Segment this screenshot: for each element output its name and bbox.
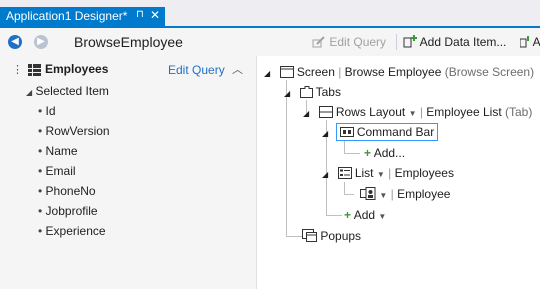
tree-node-screen[interactable]: ◢ Screen | Browse Employee (Browse Scree… — [264, 65, 534, 79]
dropdown-arrow-icon[interactable]: ▼ — [378, 212, 386, 221]
screen-name: Browse Employee — [344, 65, 442, 79]
field-item[interactable]: • RowVersion — [38, 124, 110, 144]
edit-query-toolbar-button[interactable]: Edit Query — [312, 35, 386, 49]
toolbar-separator — [396, 34, 397, 50]
field-label: Experience — [45, 224, 106, 238]
drag-handle-icon[interactable]: ⋮ — [12, 63, 23, 76]
field-label: Name — [45, 144, 78, 158]
tree-node-command-bar[interactable]: ◢ Command Bar — [322, 123, 439, 141]
command-bar-selected[interactable]: Command Bar — [335, 123, 439, 141]
popups-icon — [302, 229, 317, 242]
collapse-triangle-icon[interactable]: ◢ — [264, 69, 270, 78]
pin-icon[interactable]: ⊓ — [136, 9, 144, 20]
field-item[interactable]: • Experience — [38, 224, 106, 244]
field-item[interactable]: • Name — [38, 144, 78, 164]
list-label: List — [354, 166, 374, 180]
employee-label: Employee — [397, 187, 451, 201]
tree-connector — [344, 153, 360, 154]
view-model-header[interactable]: ⋮ Employees Edit Query ︿ — [0, 58, 256, 82]
command-bar-icon — [339, 127, 354, 137]
field-label: Id — [45, 104, 56, 118]
rows-layout-icon — [318, 106, 333, 118]
selected-item-node[interactable]: ◢ Selected Item — [26, 84, 109, 104]
tabs-icon — [299, 86, 313, 98]
designer-tab[interactable]: Application1 Designer* ⊓ ✕ — [0, 7, 165, 26]
add-button-command[interactable]: + Add... — [364, 146, 405, 160]
edit-query-toolbar-label: Edit Query — [329, 35, 387, 49]
dropdown-arrow-icon[interactable]: ▼ — [409, 109, 417, 118]
dropdown-arrow-icon[interactable]: ▼ — [377, 170, 385, 179]
back-arrow-icon[interactable]: ◀ — [8, 35, 22, 49]
screen-label: Screen — [296, 65, 335, 79]
screen-type: (Browse Screen) — [444, 65, 535, 79]
screen-icon — [279, 66, 294, 78]
forward-arrow-icon[interactable]: ▶ — [34, 35, 48, 49]
list-icon — [337, 167, 352, 179]
collapse-triangle-icon[interactable]: ◢ — [303, 109, 309, 118]
designer-toolbar: ◀ ▶ BrowseEmployee Edit Query Add Data I… — [0, 28, 540, 56]
add-ellipsis-label: Add... — [373, 146, 406, 160]
toolbar-overflow-button[interactable]: A — [519, 35, 540, 49]
command-bar-label: Command Bar — [356, 125, 435, 139]
tree-node-popups[interactable]: Popups — [302, 229, 361, 243]
collapse-triangle-icon[interactable]: ◢ — [322, 129, 328, 138]
add-button-rows[interactable]: + Add ▼ — [344, 208, 386, 222]
tab-type-label: (Tab) — [505, 105, 533, 119]
field-item[interactable]: • Jobprofile — [38, 204, 98, 224]
field-label: Email — [45, 164, 76, 178]
popups-label: Popups — [320, 229, 362, 243]
selected-item-label: Selected Item — [35, 84, 109, 98]
edit-query-icon — [312, 36, 325, 48]
edit-query-link[interactable]: Edit Query — [168, 63, 225, 77]
field-item[interactable]: • Email — [38, 164, 76, 184]
chevron-up-icon[interactable]: ︿ — [232, 61, 243, 77]
tree-connector — [326, 215, 342, 216]
collection-title: Employees — [45, 62, 109, 76]
tree-node-rows-layout[interactable]: ◢ Rows Layout ▼ | Employee List (Tab) — [303, 105, 532, 119]
tree-connector — [344, 182, 345, 194]
collapse-triangle-icon[interactable]: ◢ — [26, 88, 32, 97]
close-icon[interactable]: ✕ — [150, 8, 160, 22]
toolbar-overflow-label: A — [532, 35, 540, 49]
collection-icon — [28, 64, 41, 76]
field-label: RowVersion — [45, 124, 110, 138]
list-source-label: Employees — [394, 166, 454, 180]
add-layout-item-icon — [519, 36, 529, 48]
add-label: Add — [353, 208, 376, 222]
add-data-item-icon — [403, 35, 417, 48]
tree-connector — [286, 80, 287, 237]
plus-icon: + — [364, 146, 372, 160]
collapse-triangle-icon[interactable]: ◢ — [284, 89, 290, 98]
dropdown-arrow-icon[interactable]: ▼ — [379, 191, 387, 200]
tree-connector — [344, 194, 354, 195]
tree-connector — [344, 141, 345, 153]
tree-node-list[interactable]: ◢ List ▼ | Employees — [322, 166, 454, 180]
field-label: PhoneNo — [45, 184, 96, 198]
designer-tab-title: Application1 Designer* — [6, 9, 128, 23]
tree-connector — [286, 236, 302, 237]
employee-list-label: Employee List — [426, 105, 502, 119]
tree-node-tabs[interactable]: ◢ Tabs — [284, 85, 341, 99]
collapse-triangle-icon[interactable]: ◢ — [322, 170, 328, 179]
field-item[interactable]: • Id — [38, 104, 56, 124]
panel-splitter[interactable] — [256, 56, 257, 289]
screen-name-label: BrowseEmployee — [74, 34, 183, 50]
rows-layout-label: Rows Layout — [335, 105, 406, 119]
tree-node-employee[interactable]: ▼ | Employee — [360, 187, 450, 201]
field-label: Jobprofile — [45, 204, 98, 218]
field-item[interactable]: • PhoneNo — [38, 184, 96, 204]
add-data-item-label: Add Data Item... — [419, 35, 507, 49]
add-data-item-button[interactable]: Add Data Item... — [403, 35, 506, 49]
summary-item-icon — [360, 187, 376, 200]
tabs-label: Tabs — [315, 85, 341, 99]
plus-icon: + — [344, 208, 352, 222]
